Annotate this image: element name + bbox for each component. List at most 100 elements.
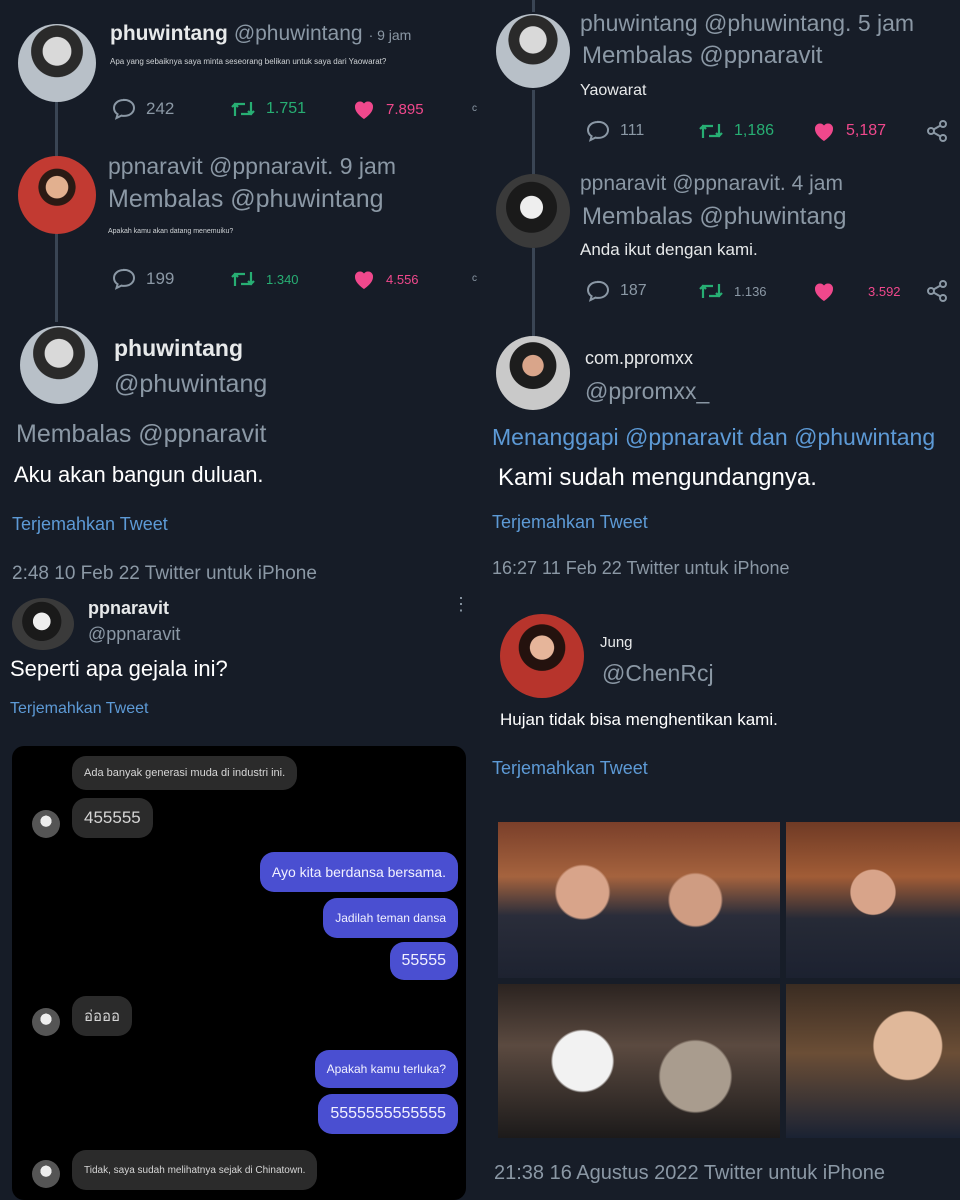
avatar[interactable] — [496, 14, 570, 88]
reply-icon — [586, 280, 610, 302]
reply-count: 187 — [620, 282, 647, 299]
like-count: 7.895 — [386, 100, 424, 118]
heart-icon — [354, 101, 374, 119]
left-column: phuwintang @phuwintang · 9 jam Apa yang … — [0, 0, 480, 1200]
retweet-button[interactable]: 1.136 — [698, 280, 767, 302]
tweet-text: Aku akan bangun duluan. — [14, 462, 264, 487]
chat-bubble-sent: 55555 — [389, 942, 458, 980]
tweet-timestamp: 21:38 16 Agustus 2022 Twitter untuk iPho… — [494, 1162, 886, 1184]
translate-link[interactable]: Terjemahkan Tweet — [12, 514, 168, 535]
like-button[interactable]: 4.556 — [352, 268, 419, 290]
user-name[interactable]: com.ppromxx — [585, 348, 693, 369]
chat-bubble-received: 455555 — [72, 798, 153, 838]
reply-to[interactable]: Menanggapi @ppnaravit dan @phuwintang — [492, 424, 935, 451]
share-button[interactable] — [926, 280, 948, 307]
chat-bubble-received: Tidak, saya sudah melihatnya sejak di Ch… — [72, 1150, 318, 1190]
tweet-header: phuwintang @phuwintang · 9 jam — [110, 22, 411, 46]
like-count: 3.592 — [868, 283, 901, 299]
tweet-header: phuwintang @phuwintang. 5 jam — [580, 10, 915, 36]
reply-to[interactable]: Membalas @phuwintang — [108, 185, 384, 214]
chat-bubble-received: อ่อออ — [72, 996, 133, 1036]
chat-avatar — [32, 1160, 60, 1188]
heart-icon — [814, 123, 834, 141]
reply-icon — [112, 268, 136, 290]
user-handle[interactable]: @ppromxx_ — [585, 378, 709, 405]
user-handle[interactable]: @ChenRcj — [602, 660, 714, 687]
thread-line — [532, 0, 535, 12]
photo-3[interactable] — [498, 984, 780, 1138]
retweet-count: 1,186 — [734, 122, 775, 139]
tweet-timestamp: 16:27 11 Feb 22 Twitter untuk iPhone — [492, 558, 790, 578]
like-button[interactable]: 3.592 — [812, 280, 901, 302]
avatar[interactable] — [496, 174, 570, 248]
chat-avatar — [32, 810, 60, 838]
tweet-text: Kami sudah mengundangnya. — [498, 464, 817, 491]
retweet-button[interactable]: 1,186 — [698, 120, 774, 142]
reply-count: 242 — [146, 99, 175, 118]
user-name[interactable]: phuwintang — [114, 335, 243, 362]
tweet-text: Yaowarat — [580, 82, 647, 99]
reply-to[interactable]: Membalas @ppnaravit — [16, 420, 267, 449]
avatar[interactable] — [18, 24, 96, 102]
user-name[interactable]: Jung — [600, 634, 633, 651]
tweet-text: Apakah kamu akan datang menemuiku? — [108, 228, 234, 235]
chat-bubble-received: Ada banyak generasi muda di industri ini… — [72, 756, 298, 790]
avatar[interactable] — [500, 614, 584, 698]
reply-button[interactable]: 187 — [586, 280, 647, 302]
tweet-timestamp: 2:48 10 Feb 22 Twitter untuk iPhone — [12, 563, 317, 584]
reply-to[interactable]: Membalas @phuwintang — [582, 203, 847, 231]
right-column: phuwintang @phuwintang. 5 jam Membalas @… — [480, 0, 960, 1200]
thread-line — [55, 232, 58, 322]
reply-count: 111 — [620, 122, 645, 139]
photo-1[interactable] — [498, 822, 780, 978]
retweet-count: 1.136 — [734, 283, 767, 299]
user-handle[interactable]: @phuwintang — [234, 22, 363, 46]
chat-bubble-sent: Ayo kita berdansa bersama. — [259, 852, 458, 892]
tweet-header: ppnaravit @ppnaravit. 9 jam — [108, 153, 396, 179]
retweet-button[interactable]: 1.751 — [230, 98, 306, 120]
reply-count: 199 — [146, 269, 175, 288]
photo-4[interactable] — [786, 984, 960, 1138]
tweet-text: Anda ikut dengan kami. — [580, 240, 758, 259]
thread-line — [532, 90, 535, 180]
translate-link[interactable]: Terjemahkan Tweet — [492, 512, 648, 533]
avatar[interactable] — [12, 598, 74, 650]
avatar[interactable] — [20, 326, 98, 404]
chat-screenshot: Ada banyak generasi muda di industri ini… — [12, 746, 466, 1200]
like-button[interactable]: 7.895 — [352, 98, 424, 120]
like-count: 5,187 — [846, 122, 887, 139]
share-button[interactable] — [926, 120, 948, 147]
like-button[interactable]: 5,187 — [812, 120, 886, 142]
heart-icon — [354, 271, 374, 289]
thread-line — [532, 248, 535, 338]
translate-link[interactable]: Terjemahkan Tweet — [10, 700, 148, 718]
avatar[interactable] — [496, 336, 570, 410]
photo-2[interactable] — [786, 822, 960, 978]
share-icon — [927, 280, 947, 302]
retweet-button[interactable]: 1.340 — [230, 268, 299, 290]
user-handle[interactable]: @ppnaravit — [88, 624, 180, 645]
retweet-count: 1.340 — [266, 271, 299, 287]
retweet-count: 1.751 — [266, 100, 307, 117]
user-name[interactable]: ppnaravit — [88, 598, 169, 619]
reply-to[interactable]: Membalas @ppnaravit — [582, 42, 822, 70]
user-name[interactable]: phuwintang — [110, 22, 228, 46]
tweet-text: Apa yang sebaiknya saya minta seseorang … — [110, 57, 387, 66]
tweet-text: Hujan tidak bisa menghentikan kami. — [500, 710, 778, 729]
like-count: 4.556 — [386, 271, 419, 287]
retweet-icon — [699, 284, 723, 298]
reply-button[interactable]: 242 — [112, 98, 174, 120]
share-glyph[interactable]: c — [472, 273, 477, 284]
reply-button[interactable]: 199 — [112, 268, 174, 290]
reply-button[interactable]: 111 — [586, 120, 644, 142]
heart-icon — [814, 283, 834, 301]
thread-line — [55, 100, 58, 160]
chat-bubble-sent: Jadilah teman dansa — [323, 898, 458, 938]
more-options-icon[interactable]: ⋮ — [452, 595, 470, 613]
user-handle[interactable]: @phuwintang — [114, 370, 267, 399]
share-glyph[interactable]: c — [472, 103, 477, 114]
translate-link[interactable]: Terjemahkan Tweet — [492, 758, 648, 779]
retweet-icon — [699, 124, 723, 138]
avatar[interactable] — [18, 156, 96, 234]
reply-icon — [586, 120, 610, 142]
